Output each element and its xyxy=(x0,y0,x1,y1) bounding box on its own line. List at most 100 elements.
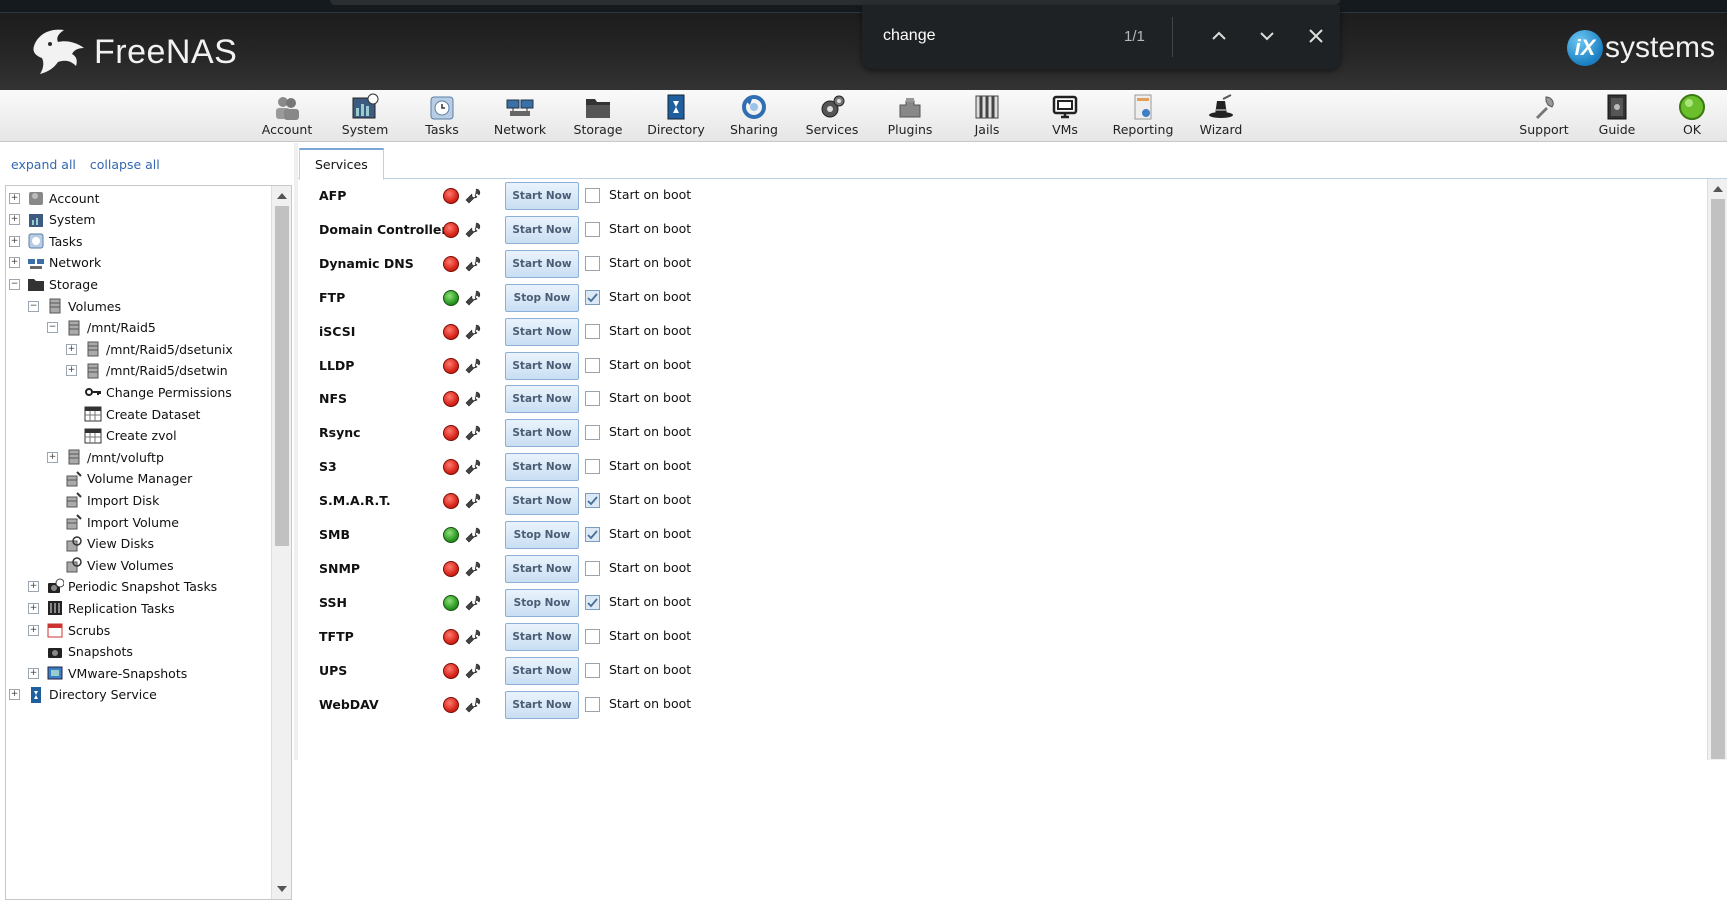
start-on-boot-checkbox[interactable] xyxy=(585,323,600,339)
start-on-boot-checkbox[interactable] xyxy=(585,357,600,373)
toolbar-reporting[interactable]: Reporting xyxy=(1104,93,1182,137)
wrench-icon[interactable] xyxy=(465,290,481,306)
start-now-button[interactable]: Start Now xyxy=(505,487,579,516)
stop-now-button[interactable]: Stop Now xyxy=(505,521,579,549)
wrench-icon[interactable] xyxy=(465,663,481,679)
find-next-button[interactable] xyxy=(1254,23,1280,49)
wrench-icon[interactable] xyxy=(465,561,481,577)
tree-item[interactable]: + Replication Tasks xyxy=(28,597,175,619)
toolbar-jails[interactable]: Jails xyxy=(948,93,1026,137)
expand-all-link[interactable]: expand all xyxy=(11,157,76,172)
tree-scrollbar[interactable] xyxy=(271,186,291,899)
tree-expand-toggle[interactable]: + xyxy=(28,624,39,636)
start-on-boot-checkbox[interactable] xyxy=(585,289,600,305)
start-now-button[interactable]: Start Now xyxy=(505,453,579,482)
find-input[interactable]: change xyxy=(883,27,936,45)
tree-expand-toggle[interactable]: + xyxy=(28,581,39,593)
start-now-button[interactable]: Start Now xyxy=(505,622,579,651)
toolbar-vms[interactable]: VMs xyxy=(1026,93,1104,137)
content-scroll-up-arrow[interactable] xyxy=(1713,186,1723,192)
tree-collapse-toggle[interactable]: − xyxy=(28,300,39,312)
wrench-icon[interactable] xyxy=(465,391,481,407)
start-on-boot-checkbox[interactable] xyxy=(585,560,600,576)
start-now-button[interactable]: Start Now xyxy=(505,182,579,210)
tree-item[interactable]: + /mnt/voluftp xyxy=(47,446,164,468)
tree-expand-toggle[interactable]: + xyxy=(66,365,77,377)
tree-item[interactable]: Volume Manager xyxy=(47,468,192,490)
tree-expand-toggle[interactable]: + xyxy=(9,235,20,247)
tree-item[interactable]: + System xyxy=(9,209,96,231)
find-close-button[interactable] xyxy=(1303,23,1329,49)
wrench-icon[interactable] xyxy=(465,527,481,543)
wrench-icon[interactable] xyxy=(465,222,481,238)
tree-collapse-toggle[interactable]: − xyxy=(9,278,20,290)
scroll-up-arrow[interactable] xyxy=(277,193,287,199)
tree-expand-toggle[interactable]: + xyxy=(9,214,20,226)
tree-item[interactable]: Change Permissions xyxy=(66,381,232,403)
start-now-button[interactable]: Start Now xyxy=(505,351,579,380)
start-now-button[interactable]: Start Now xyxy=(505,249,579,278)
tree-expand-toggle[interactable]: + xyxy=(28,602,39,614)
start-now-button[interactable]: Start Now xyxy=(505,317,579,346)
start-on-boot-checkbox[interactable] xyxy=(585,221,600,237)
tree-item[interactable]: − Storage xyxy=(9,273,98,295)
scroll-down-arrow[interactable] xyxy=(277,886,287,892)
collapse-all-link[interactable]: collapse all xyxy=(90,157,160,172)
start-now-button[interactable]: Start Now xyxy=(505,385,579,414)
start-now-button[interactable]: Start Now xyxy=(505,215,579,244)
tree-item[interactable]: Create Dataset xyxy=(66,403,200,425)
toolbar-wizard[interactable]: Wizard xyxy=(1182,93,1260,137)
wrench-icon[interactable] xyxy=(465,256,481,272)
tree-expand-toggle[interactable]: + xyxy=(9,689,20,701)
start-on-boot-checkbox[interactable] xyxy=(585,493,600,509)
toolbar-system[interactable]: System xyxy=(326,93,404,137)
tree-item[interactable]: + Network xyxy=(9,252,101,274)
tree-item[interactable]: + Account xyxy=(9,187,99,209)
wrench-icon[interactable] xyxy=(465,358,481,374)
tree-item[interactable]: + /mnt/Raid5/dsetunix xyxy=(66,338,233,360)
tree-item[interactable]: View Volumes xyxy=(47,554,174,576)
toolbar-guide[interactable]: Guide xyxy=(1578,93,1656,137)
tree-item[interactable]: View Disks xyxy=(47,533,154,555)
tree-item[interactable]: + Scrubs xyxy=(28,619,110,641)
tree-item[interactable]: + /mnt/Raid5/dsetwin xyxy=(66,360,228,382)
wrench-icon[interactable] xyxy=(465,493,481,509)
start-on-boot-checkbox[interactable] xyxy=(585,391,600,407)
tree-item[interactable]: Create zvol xyxy=(66,425,177,447)
tree-expand-toggle[interactable]: + xyxy=(47,451,58,463)
start-on-boot-checkbox[interactable] xyxy=(585,459,600,475)
wrench-icon[interactable] xyxy=(465,595,481,611)
freenas-logo[interactable]: FreeNAS xyxy=(28,26,237,78)
toolbar-services[interactable]: Services xyxy=(793,93,871,137)
start-now-button[interactable]: Start Now xyxy=(505,690,579,719)
tree-item[interactable]: Import Disk xyxy=(47,489,159,511)
find-previous-button[interactable] xyxy=(1206,23,1232,49)
wrench-icon[interactable] xyxy=(465,629,481,645)
start-now-button[interactable]: Start Now xyxy=(505,554,579,583)
start-on-boot-checkbox[interactable] xyxy=(585,662,600,678)
tree-item[interactable]: + Directory Service xyxy=(9,684,157,706)
stop-now-button[interactable]: Stop Now xyxy=(505,283,579,312)
start-on-boot-checkbox[interactable] xyxy=(585,255,600,271)
start-on-boot-checkbox[interactable] xyxy=(585,696,600,712)
wrench-icon[interactable] xyxy=(465,425,481,441)
wrench-icon[interactable] xyxy=(465,697,481,713)
stop-now-button[interactable]: Stop Now xyxy=(505,588,579,617)
tree-item[interactable]: − Volumes xyxy=(28,295,121,317)
toolbar-account[interactable]: Account xyxy=(248,93,326,137)
tree-item[interactable]: + Tasks xyxy=(9,230,83,252)
toolbar-storage[interactable]: Storage xyxy=(559,93,637,137)
tree-item[interactable]: Snapshots xyxy=(28,641,133,663)
wrench-icon[interactable] xyxy=(465,324,481,340)
tree-expand-toggle[interactable]: + xyxy=(66,343,77,355)
tree-item[interactable]: + VMware-Snapshots xyxy=(28,662,187,684)
tree-expand-toggle[interactable]: + xyxy=(9,257,20,269)
toolbar-sharing[interactable]: Sharing xyxy=(715,93,793,137)
ixsystems-logo[interactable]: iX systems xyxy=(1566,30,1715,66)
wrench-icon[interactable] xyxy=(465,459,481,475)
start-on-boot-checkbox[interactable] xyxy=(585,188,600,203)
toolbar-plugins[interactable]: Plugins xyxy=(871,93,949,137)
tree-collapse-toggle[interactable]: − xyxy=(47,322,58,334)
toolbar-network[interactable]: Network xyxy=(481,93,559,137)
start-now-button[interactable]: Start Now xyxy=(505,419,579,448)
